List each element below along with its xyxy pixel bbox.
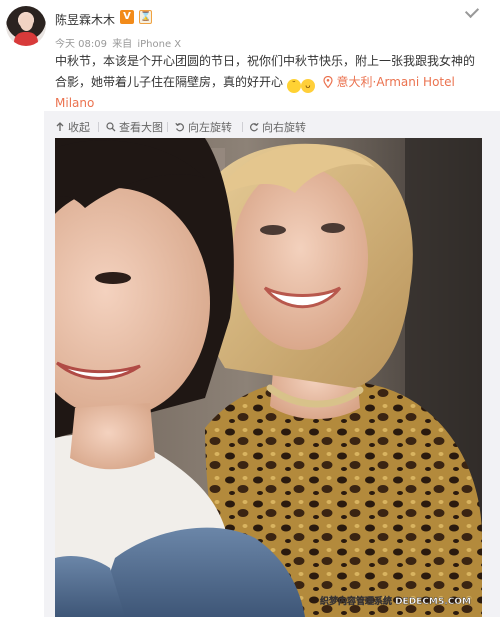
laugh-emoji-icon: ᴗ	[300, 79, 315, 93]
source-prefix: 来自	[112, 39, 133, 50]
magnifier-icon	[106, 122, 116, 132]
post-text-line2: 合影，她带着儿子住在隔壁房，真的好开心	[55, 75, 284, 89]
vip-badge[interactable]: V	[120, 10, 134, 24]
rotate-right-label: 向右旋转	[262, 121, 306, 134]
rotate-left-label: 向左旋转	[188, 121, 232, 134]
avatar-face	[20, 15, 33, 31]
avatar-dress	[14, 32, 38, 46]
weibo-post: 陈昱霖木木 V ⌛ 今天 08:09 来自 iPhone X 中秋节，本该是个开…	[0, 0, 500, 617]
location-link-line2[interactable]: Milano	[55, 96, 94, 110]
avatar[interactable]	[6, 6, 46, 46]
location-pin-icon	[323, 76, 333, 88]
post-meta: 今天 08:09 来自 iPhone X	[55, 35, 183, 50]
rotate-right-button[interactable]: 向右旋转	[249, 119, 306, 135]
photo-illustration: 织梦内容管理系统 DEDECMS.COM	[55, 138, 482, 617]
collapse-button[interactable]: 收起	[55, 119, 90, 135]
watermark-text: 织梦内容管理系统 DEDECMS.COM	[320, 595, 471, 607]
post-photo[interactable]: 织梦内容管理系统 DEDECMS.COM	[55, 138, 482, 617]
post-time[interactable]: 今天 08:09	[55, 39, 107, 50]
level-badge[interactable]: ⌛	[139, 10, 152, 24]
source-device[interactable]: iPhone X	[137, 39, 181, 50]
toolbar-divider	[242, 122, 243, 132]
toolbar-divider	[167, 122, 168, 132]
collapse-label: 收起	[68, 121, 90, 134]
toolbar-divider	[98, 122, 99, 132]
author-name[interactable]: 陈昱霖木木	[55, 11, 115, 28]
view-large-button[interactable]: 查看大图	[106, 119, 163, 135]
rotate-left-button[interactable]: 向左旋转	[175, 119, 232, 135]
blush-emoji-icon: ˘	[286, 79, 301, 93]
rotate-left-icon	[175, 122, 184, 132]
view-large-label: 查看大图	[119, 121, 163, 134]
arrow-up-icon	[56, 122, 64, 131]
location-link[interactable]: 意大利·Armani Hotel	[337, 75, 455, 89]
post-text-line1: 中秋节，本该是个开心团圆的节日，祝你们中秋节快乐，附上一张我跟我女神的	[55, 54, 476, 68]
post-text: 中秋节，本该是个开心团圆的节日，祝你们中秋节快乐，附上一张我跟我女神的 合影，她…	[55, 51, 475, 114]
chevron-down-icon[interactable]	[464, 6, 480, 18]
rotate-right-icon	[250, 122, 259, 132]
